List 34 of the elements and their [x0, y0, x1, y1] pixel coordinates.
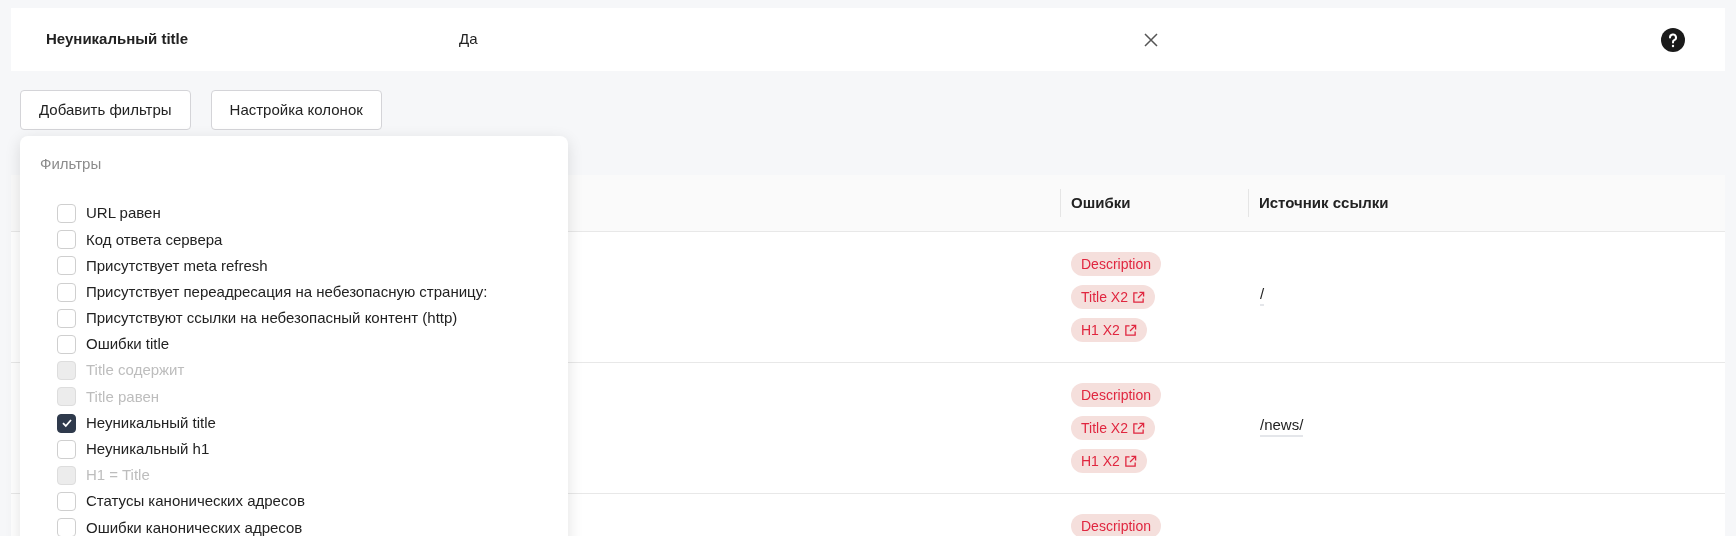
external-link-icon — [1123, 454, 1137, 468]
filter-option[interactable]: Ошибки title — [86, 333, 170, 356]
source-link[interactable]: /news/ — [1260, 416, 1304, 437]
toolbar-button[interactable]: Добавить фильтры — [20, 90, 191, 130]
error-tag: Description — [1071, 514, 1162, 536]
column-header: Ошибки — [1071, 192, 1131, 213]
error-tag: Description — [1071, 383, 1162, 407]
source-link[interactable]: / — [1260, 285, 1265, 306]
external-link-icon — [1131, 290, 1145, 304]
toolbar-button[interactable]: Настройка колонок — [210, 90, 382, 130]
filter-option[interactable]: Статусы канонических адресов — [86, 490, 305, 513]
filter-option[interactable]: Присутствуют ссылки на небезопасный контент (http) — [86, 307, 458, 330]
help-icon[interactable] — [1661, 27, 1685, 52]
filter-option[interactable]: Неуникальный title — [86, 411, 216, 435]
dropdown-title: Фильтры — [40, 154, 103, 174]
filter-option[interactable]: Неуникальный h1 — [86, 438, 210, 461]
filter-option[interactable]: Код ответа сервера — [86, 228, 223, 252]
filter-option[interactable]: Присутствует meta refresh — [86, 254, 268, 278]
close-icon[interactable] — [1143, 31, 1159, 48]
error-tag[interactable]: Title X2 — [1071, 285, 1155, 309]
filter-option[interactable]: URL равен — [86, 202, 161, 225]
external-link-icon — [1123, 323, 1137, 337]
column-header: Источник ссылки — [1259, 192, 1389, 213]
error-tag: Description — [1071, 252, 1162, 276]
checkbox[interactable] — [57, 413, 76, 433]
filter-option[interactable]: Присутствует переадресация на небезопасную страницу: — [86, 280, 488, 304]
error-tag[interactable]: H1 X2 — [1071, 449, 1147, 473]
external-link-icon — [1131, 421, 1145, 435]
filter-value: Да — [459, 29, 479, 50]
filter-option[interactable]: Ошибки канонических адресов — [86, 516, 303, 536]
error-tag[interactable]: H1 X2 — [1071, 318, 1147, 342]
error-tag[interactable]: Title X2 — [1071, 416, 1155, 440]
check-icon — [60, 417, 73, 430]
filter-label: Неуникальный title — [46, 29, 190, 50]
